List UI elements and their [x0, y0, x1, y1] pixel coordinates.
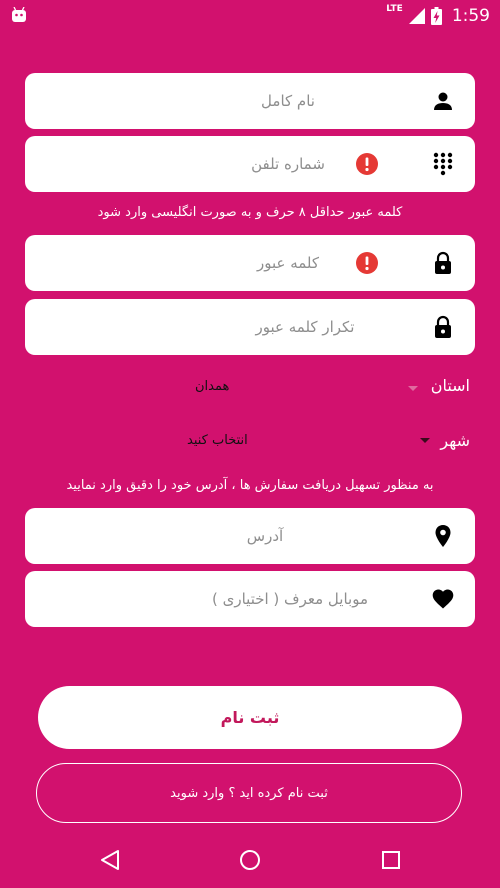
lock-icon: [435, 315, 451, 338]
referrer-placeholder: موبایل معرف ( اختیاری ): [212, 590, 368, 608]
dialpad-icon: [433, 152, 453, 176]
referrer-mobile-field[interactable]: موبایل معرف ( اختیاری ): [25, 571, 475, 627]
lock-icon: [435, 251, 451, 274]
phone-field[interactable]: شماره تلفن: [25, 136, 475, 192]
error-icon: [356, 252, 378, 274]
location-pin-icon: [435, 525, 451, 547]
full-name-field[interactable]: نام کامل: [25, 73, 475, 129]
phone-placeholder: شماره تلفن: [251, 155, 325, 173]
person-icon: [434, 92, 452, 110]
heart-icon: [432, 589, 454, 609]
confirm-password-field[interactable]: تکرار کلمه عبور: [25, 299, 475, 355]
register-button-label: ثبت نام: [220, 708, 280, 727]
navigation-bar: [0, 830, 500, 888]
network-type: LTE: [386, 4, 403, 14]
recents-icon[interactable]: [381, 850, 401, 870]
signal-icon: [408, 8, 425, 24]
confirm-password-placeholder: تکرار کلمه عبور: [255, 318, 355, 336]
password-hint: کلمه عبور حداقل ۸ حرف و به صورت انگلیسی …: [97, 205, 403, 220]
clock: 1:59: [451, 6, 490, 26]
province-value: همدان: [195, 379, 230, 394]
address-hint: به منظور تسهیل دریافت سفارش ها ، آدرس خو…: [66, 478, 434, 493]
register-button[interactable]: ثبت نام: [38, 686, 462, 749]
status-bar: LTE 1:59: [0, 0, 500, 32]
address-placeholder: آدرس: [246, 527, 284, 545]
full-name-placeholder: نام کامل: [261, 92, 315, 110]
battery-charging-icon: [430, 7, 442, 25]
address-field[interactable]: آدرس: [25, 508, 475, 564]
login-button[interactable]: ثبت نام کرده اید ؟ وارد شوید: [36, 763, 462, 823]
back-icon[interactable]: [99, 849, 121, 871]
province-label: استان: [430, 376, 470, 395]
error-icon: [356, 153, 378, 175]
password-field[interactable]: کلمه عبور: [25, 235, 475, 291]
dropdown-arrow-icon: [408, 386, 418, 391]
login-button-label: ثبت نام کرده اید ؟ وارد شوید: [170, 785, 328, 801]
home-icon[interactable]: [239, 849, 261, 871]
android-debug-icon: [12, 7, 26, 22]
city-value: انتخاب کنید: [187, 433, 248, 448]
dropdown-arrow-icon: [420, 438, 430, 443]
password-placeholder: کلمه عبور: [256, 254, 320, 272]
city-label: شهر: [440, 431, 470, 450]
